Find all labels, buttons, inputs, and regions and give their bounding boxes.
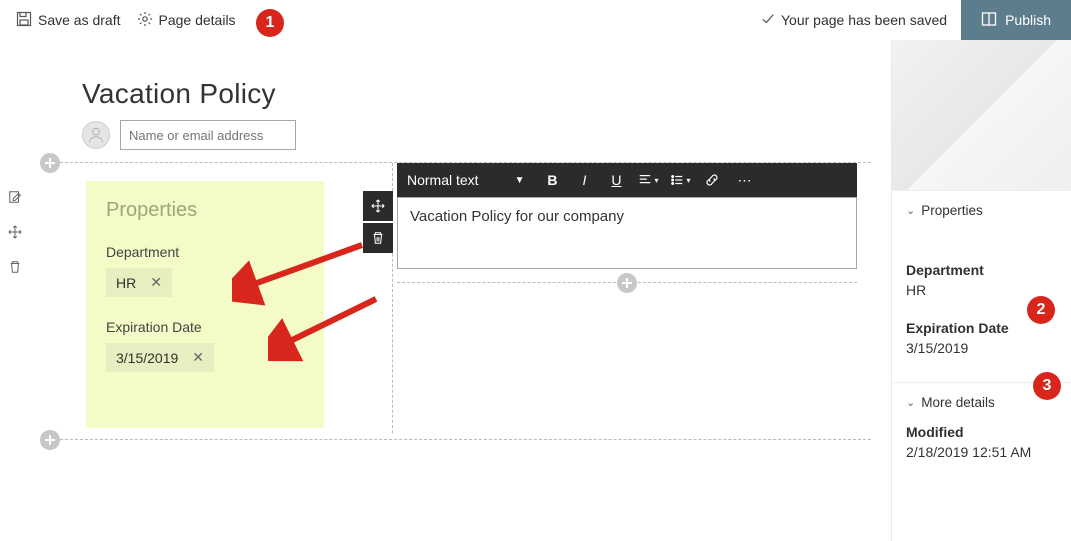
link-button[interactable] <box>698 163 726 197</box>
add-section-button[interactable] <box>40 153 60 173</box>
avatar <box>82 121 110 149</box>
remove-department-icon[interactable]: ✕ <box>150 274 162 291</box>
text-style-label: Normal text <box>407 172 479 188</box>
edit-icon[interactable] <box>8 190 22 207</box>
publish-icon <box>981 11 997 30</box>
save-as-draft-label: Save as draft <box>38 12 121 28</box>
properties-webpart[interactable]: Properties Department HR ✕ Expiration Da… <box>86 181 324 428</box>
bold-button[interactable]: B <box>538 163 566 197</box>
remove-expiration-icon[interactable]: ✕ <box>192 349 204 366</box>
add-section-button[interactable] <box>40 430 60 450</box>
text-toolbar: Normal text ▼ B I U ▾ ▾ <box>397 163 857 197</box>
save-icon <box>16 11 32 30</box>
thumbnail-placeholder <box>892 40 1071 190</box>
publish-button[interactable]: Publish <box>961 0 1071 40</box>
delete-webpart-button[interactable] <box>363 223 393 253</box>
align-button[interactable]: ▾ <box>634 163 662 197</box>
chevron-down-icon: ▼ <box>515 175 525 186</box>
more-details-label: More details <box>921 395 995 410</box>
department-chip[interactable]: HR ✕ <box>106 268 172 297</box>
chevron-down-icon: ⌄ <box>906 204 915 217</box>
department-chip-value: HR <box>116 275 136 291</box>
italic-button[interactable]: I <box>570 163 598 197</box>
check-icon <box>761 12 775 29</box>
author-name-input[interactable] <box>120 120 296 150</box>
page-details-panel: ⌄ Properties Department HR Expiration Da… <box>891 40 1071 541</box>
rp-expiration-label: Expiration Date <box>906 320 1057 336</box>
expiration-chip[interactable]: 3/15/2019 ✕ <box>106 343 214 372</box>
more-button[interactable]: ⋯ <box>730 163 758 197</box>
gear-icon <box>137 11 153 30</box>
move-webpart-button[interactable] <box>363 191 393 221</box>
properties-section-toggle[interactable]: ⌄ Properties <box>906 203 1057 218</box>
rp-modified-value: 2/18/2019 12:51 AM <box>906 444 1057 460</box>
page-saved-message: Your page has been saved <box>761 12 947 29</box>
page-saved-text: Your page has been saved <box>781 12 947 28</box>
list-button[interactable]: ▾ <box>666 163 694 197</box>
rp-department-label: Department <box>906 262 1057 278</box>
chevron-down-icon: ⌄ <box>906 396 915 409</box>
more-details-toggle[interactable]: ⌄ More details <box>906 395 1057 410</box>
page-details-label: Page details <box>159 12 236 28</box>
rp-modified-label: Modified <box>906 424 1057 440</box>
department-label: Department <box>106 244 304 260</box>
move-icon[interactable] <box>8 225 22 242</box>
expiration-chip-value: 3/15/2019 <box>116 350 178 366</box>
page-details-button[interactable]: Page details <box>137 11 236 30</box>
publish-label: Publish <box>1005 12 1051 28</box>
page-title[interactable]: Vacation Policy <box>82 78 871 110</box>
rp-expiration-value: 3/15/2019 <box>906 340 1057 356</box>
rp-department-value: HR <box>906 282 1057 298</box>
text-editor-body[interactable]: Vacation Policy for our company <box>397 197 857 269</box>
left-tool-rail <box>0 40 30 541</box>
expiration-label: Expiration Date <box>106 319 304 335</box>
underline-button[interactable]: U <box>602 163 630 197</box>
properties-heading: Properties <box>106 199 304 222</box>
trash-icon[interactable] <box>8 260 22 277</box>
save-as-draft-button[interactable]: Save as draft <box>16 11 121 30</box>
properties-section-label: Properties <box>921 203 983 218</box>
text-style-select[interactable]: Normal text ▼ <box>407 172 524 188</box>
add-webpart-button[interactable] <box>617 273 637 293</box>
